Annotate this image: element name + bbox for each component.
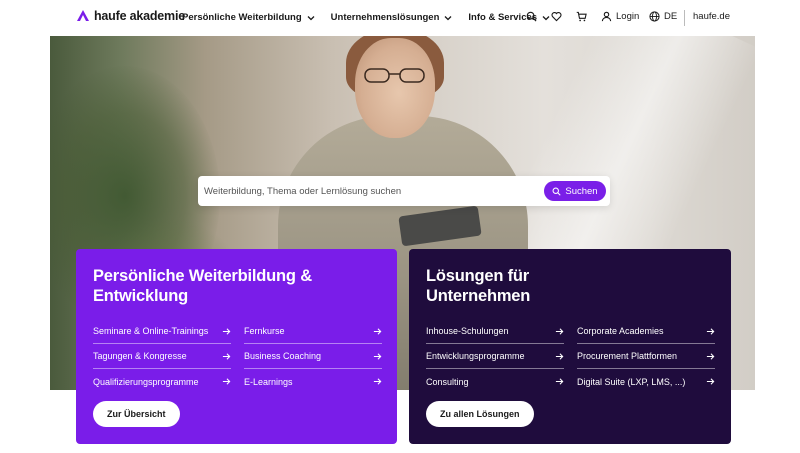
- external-link-label: haufe.de: [693, 11, 730, 22]
- arrow-right-icon: [706, 378, 715, 385]
- search-button[interactable]: Suchen: [544, 181, 606, 201]
- language-label: DE: [664, 11, 678, 22]
- link-entwicklungsprogramme[interactable]: Entwicklungsprogramme: [426, 344, 564, 369]
- link-label: Corporate Academies: [577, 326, 664, 336]
- link-tagungen[interactable]: Tagungen & Kongresse: [93, 344, 231, 369]
- link-label: Business Coaching: [244, 351, 322, 361]
- nav-label: Persönliche Weiterbildung: [182, 12, 302, 23]
- wishlist-button[interactable]: [551, 11, 562, 22]
- chevron-down-icon: [444, 15, 452, 20]
- arrow-right-icon: [555, 352, 564, 360]
- link-consulting[interactable]: Consulting: [426, 369, 564, 394]
- cart-button[interactable]: [576, 11, 587, 22]
- link-label: Entwicklungsprogramme: [426, 351, 525, 361]
- arrow-right-icon: [373, 378, 382, 385]
- arrow-right-icon: [222, 352, 231, 360]
- card-title-line: Unternehmen: [426, 287, 531, 305]
- logo[interactable]: haufe akademie: [76, 9, 185, 23]
- link-inhouse[interactable]: Inhouse-Schulungen: [426, 319, 564, 344]
- link-label: Fernkurse: [244, 326, 285, 336]
- link-label: Inhouse-Schulungen: [426, 326, 509, 336]
- link-label: Procurement Plattformen: [577, 351, 678, 361]
- link-fernkurse[interactable]: Fernkurse: [244, 319, 382, 344]
- arrow-right-icon: [706, 327, 715, 335]
- link-corporate-academies[interactable]: Corporate Academies: [577, 319, 715, 344]
- arrow-right-icon: [555, 378, 564, 385]
- heart-icon: [551, 12, 562, 22]
- link-business-coaching[interactable]: Business Coaching: [244, 344, 382, 369]
- main-nav: Persönliche Weiterbildung Unternehmenslö…: [182, 12, 550, 23]
- link-label: Digital Suite (LXP, LMS, ...): [577, 376, 686, 387]
- arrow-right-icon: [373, 352, 382, 360]
- nav-label: Unternehmenslösungen: [330, 12, 440, 23]
- nav-item-business-solutions[interactable]: Unternehmenslösungen: [331, 12, 453, 23]
- arrow-right-icon: [222, 378, 231, 385]
- site-header: haufe akademie Persönliche Weiterbildung…: [0, 0, 800, 36]
- personal-training-card: Persönliche Weiterbildung & Entwicklung …: [76, 249, 397, 444]
- cart-icon: [576, 11, 587, 22]
- card-title: Lösungen für Unternehmen: [426, 266, 530, 306]
- language-selector[interactable]: DE: [649, 11, 677, 22]
- login-button[interactable]: Login: [601, 11, 639, 22]
- arrow-right-icon: [222, 327, 231, 335]
- login-label: Login: [616, 11, 640, 22]
- glasses-graphic: [364, 68, 425, 83]
- chevron-down-icon: [307, 15, 315, 20]
- card-link-list: Inhouse-Schulungen Corporate Academies E…: [426, 319, 715, 394]
- card-title-line: Persönliche Weiterbildung &: [93, 267, 312, 285]
- arrow-right-icon: [706, 352, 715, 360]
- person-head: [355, 38, 435, 138]
- header-divider: [684, 10, 685, 26]
- external-link-haufe[interactable]: haufe.de: [693, 11, 730, 22]
- card-title-line: Entwicklung: [93, 287, 188, 305]
- globe-icon: [649, 11, 660, 22]
- search-icon: [526, 11, 537, 22]
- card-title-line: Lösungen für: [426, 267, 530, 285]
- overview-button[interactable]: Zur Übersicht: [93, 401, 180, 427]
- link-label: Consulting: [426, 376, 469, 387]
- link-label: E-Learnings: [244, 376, 293, 387]
- link-label: Tagungen & Kongresse: [93, 351, 187, 361]
- card-title: Persönliche Weiterbildung & Entwicklung: [93, 266, 312, 306]
- logo-icon: [77, 10, 89, 21]
- logo-text: haufe akademie: [94, 9, 185, 23]
- link-e-learnings[interactable]: E-Learnings: [244, 369, 382, 394]
- link-seminare[interactable]: Seminare & Online-Trainings: [93, 319, 231, 344]
- link-label: Seminare & Online-Trainings: [93, 326, 209, 336]
- nav-item-info-services[interactable]: Info & Services: [468, 12, 550, 23]
- nav-item-personal-training[interactable]: Persönliche Weiterbildung: [182, 12, 315, 23]
- link-label: Qualifizierungsprogramme: [93, 376, 199, 387]
- business-solutions-card: Lösungen für Unternehmen Inhouse-Schulun…: [409, 249, 731, 444]
- arrow-right-icon: [555, 327, 564, 335]
- search-button-label: Suchen: [565, 185, 598, 197]
- all-solutions-button[interactable]: Zu allen Lösungen: [426, 401, 534, 427]
- user-icon: [601, 11, 612, 22]
- search-input[interactable]: [198, 176, 538, 206]
- search-icon: [552, 187, 561, 196]
- chevron-down-icon: [542, 15, 550, 20]
- search-bar: Suchen: [198, 176, 610, 206]
- link-qualifizierung[interactable]: Qualifizierungsprogramme: [93, 369, 231, 394]
- search-toggle-button[interactable]: [526, 11, 537, 22]
- arrow-right-icon: [373, 327, 382, 335]
- card-link-list: Seminare & Online-Trainings Fernkurse Ta…: [93, 319, 382, 394]
- link-digital-suite[interactable]: Digital Suite (LXP, LMS, ...): [577, 369, 715, 394]
- link-procurement[interactable]: Procurement Plattformen: [577, 344, 715, 369]
